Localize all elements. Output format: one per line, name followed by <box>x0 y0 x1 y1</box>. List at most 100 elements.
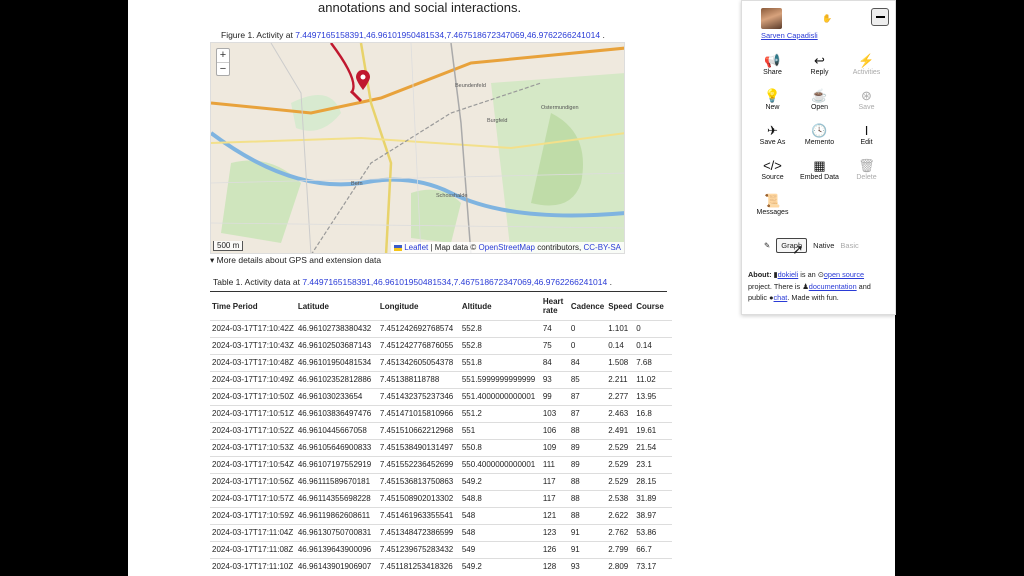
attribution-sep: | Map data © <box>430 243 477 252</box>
user-name-link[interactable]: Sarven Capadisli <box>761 31 818 40</box>
life-ring-icon: ⊛ <box>861 88 872 103</box>
table-cell: 117 <box>540 472 569 490</box>
map-scale: 500 m <box>213 241 244 251</box>
map-label: Bern <box>351 181 363 187</box>
table-row: 2024-03-17T17:11:10Z 46.96143901906907 7.4… <box>210 557 673 575</box>
table-cell: 548 <box>459 506 541 524</box>
figure-bbox-link[interactable]: 7.4497165158391,46.96101950481534,7.4675… <box>295 30 600 40</box>
mode-native-button[interactable]: Native <box>813 241 834 250</box>
table-cell: 0 <box>568 319 607 337</box>
documentation-link[interactable]: documentation <box>809 282 857 291</box>
table-caption-suffix: . <box>609 277 612 287</box>
table-cell: 2.762 <box>606 523 635 541</box>
table-cell: 46.96102352812886 <box>295 370 378 388</box>
table-cell: 549.2 <box>459 472 541 490</box>
minimize-menu-button[interactable] <box>871 8 889 26</box>
table-cell: 2.529 <box>606 472 635 490</box>
table-cell: 46.96105646900833 <box>295 438 378 456</box>
table-cell: 550.8 <box>459 438 541 456</box>
table-row: 2024-03-17T17:10:50Z 46.961030233654 7.451… <box>210 387 673 405</box>
avatar[interactable] <box>761 8 782 29</box>
delete-button[interactable]: 🗑 Delete <box>843 158 890 185</box>
messages-button[interactable]: 📜 Messages <box>749 193 796 220</box>
table-cell: 46.96111589670181 <box>295 472 378 490</box>
open-source-link[interactable]: open source <box>824 270 864 279</box>
code-icon: </> <box>763 158 782 173</box>
open-button[interactable]: ☕ Open <box>796 88 843 115</box>
table-cell: 7.451239675283432 <box>377 540 460 558</box>
about-text: About: ▮dokieli is an ⊙open source proje… <box>748 269 888 304</box>
table-cell: 548.8 <box>459 489 541 507</box>
table-cell: 21.54 <box>634 438 673 456</box>
table-row: 2024-03-17T17:10:52Z 46.9610445667058 7.45… <box>210 421 673 439</box>
table-cell: 2024-03-17T17:10:51Z <box>210 404 296 422</box>
table-cell: 2.463 <box>606 404 635 422</box>
reply-button[interactable]: ↩ Reply <box>796 53 843 80</box>
action-label: Share <box>763 69 782 76</box>
table-cell: 117 <box>540 489 569 507</box>
table-cell: 548 <box>459 523 541 541</box>
share-button[interactable]: 📢 Share <box>749 53 796 80</box>
table-cell: 7.451552236452699 <box>377 455 460 473</box>
table-cell: 7.451471015810966 <box>377 404 460 422</box>
table-cell: 46.96102503687143 <box>295 336 378 354</box>
table-cell: 123 <box>540 523 569 541</box>
activity-map[interactable]: Bern Ostermundigen Beundenfeld Burgfeld … <box>210 42 625 254</box>
table-cell: 93 <box>540 370 569 388</box>
table-cell: 1.101 <box>606 319 635 337</box>
osm-link[interactable]: OpenStreetMap <box>479 243 535 252</box>
clock-icon: 🕓 <box>811 123 828 138</box>
table-cell: 0.14 <box>634 336 673 354</box>
table-cell: 46.961030233654 <box>295 387 378 405</box>
table-bbox-link[interactable]: 7.4497165158391,46.96101950481534,7.4675… <box>302 277 607 287</box>
table-cell: 7.451508902013302 <box>377 489 460 507</box>
embed-data-button[interactable]: ▦ Embed Data <box>796 158 843 185</box>
map-label: Burgfeld <box>487 118 508 124</box>
table-cell: 551.8 <box>459 353 541 371</box>
column-header: Speed <box>608 301 633 311</box>
table-cell: 31.89 <box>634 489 673 507</box>
table-cell: 91 <box>568 540 607 558</box>
table-cell: 84 <box>540 353 569 371</box>
map-label: Schosshalde <box>436 193 468 199</box>
scroll-icon: 📜 <box>764 193 781 208</box>
table-cell: 87 <box>568 404 607 422</box>
table-cell: 46.96103836497476 <box>295 404 378 422</box>
new-button[interactable]: 💡 New <box>749 88 796 115</box>
source-button[interactable]: </> Source <box>749 158 796 185</box>
table-cell: 2024-03-17T17:10:54Z <box>210 455 296 473</box>
license-link[interactable]: CC-BY-SA <box>584 243 622 252</box>
leaflet-link[interactable]: Leaflet <box>404 243 428 252</box>
save-button[interactable]: ⊛ Save <box>843 88 890 115</box>
table-cell: 38.97 <box>634 506 673 524</box>
edit-button[interactable]: Ι Edit <box>843 123 890 150</box>
gps-details-summary[interactable]: ▾ More details about GPS and extension d… <box>210 255 381 266</box>
table-row: 2024-03-17T17:10:42Z 46.96102738380432 7.4… <box>210 319 673 337</box>
table-cell: 7.451348472386599 <box>377 523 460 541</box>
mode-basic-button[interactable]: Basic <box>840 241 858 250</box>
table-cell: 128 <box>540 557 569 575</box>
memento-button[interactable]: 🕓 Memento <box>796 123 843 150</box>
map-tiles <box>211 43 624 253</box>
table-cell: 549 <box>459 540 541 558</box>
table-cell: 2.538 <box>606 489 635 507</box>
activities-button[interactable]: ⚡ Activities <box>843 53 890 80</box>
chat-link[interactable]: chat <box>774 293 788 302</box>
table-cell: 552.8 <box>459 319 541 337</box>
zoom-out-button[interactable]: − <box>217 62 229 75</box>
table-cell: 2024-03-17T17:10:43Z <box>210 336 296 354</box>
about-is-an: is an <box>800 270 816 279</box>
map-marker-icon[interactable] <box>356 70 370 90</box>
table-cell: 2.211 <box>606 370 635 388</box>
table-cell: 87 <box>568 387 607 405</box>
table-cell: 2024-03-17T17:10:53Z <box>210 438 296 456</box>
action-grid: 📢 Share ↩ Reply ⚡ Activities 💡 New ☕ Open ⊛ Save ✈ Sa… <box>749 53 889 220</box>
table-cell: 93 <box>568 557 607 575</box>
column-header: Course <box>636 301 664 311</box>
save-as-button[interactable]: ✈ Save As <box>749 123 796 150</box>
zoom-in-button[interactable]: + <box>217 49 229 62</box>
table-cell: 2.799 <box>606 540 635 558</box>
action-label: Embed Data <box>800 174 839 181</box>
action-label: Save <box>858 104 875 111</box>
dokieli-link[interactable]: dokieli <box>778 270 799 279</box>
